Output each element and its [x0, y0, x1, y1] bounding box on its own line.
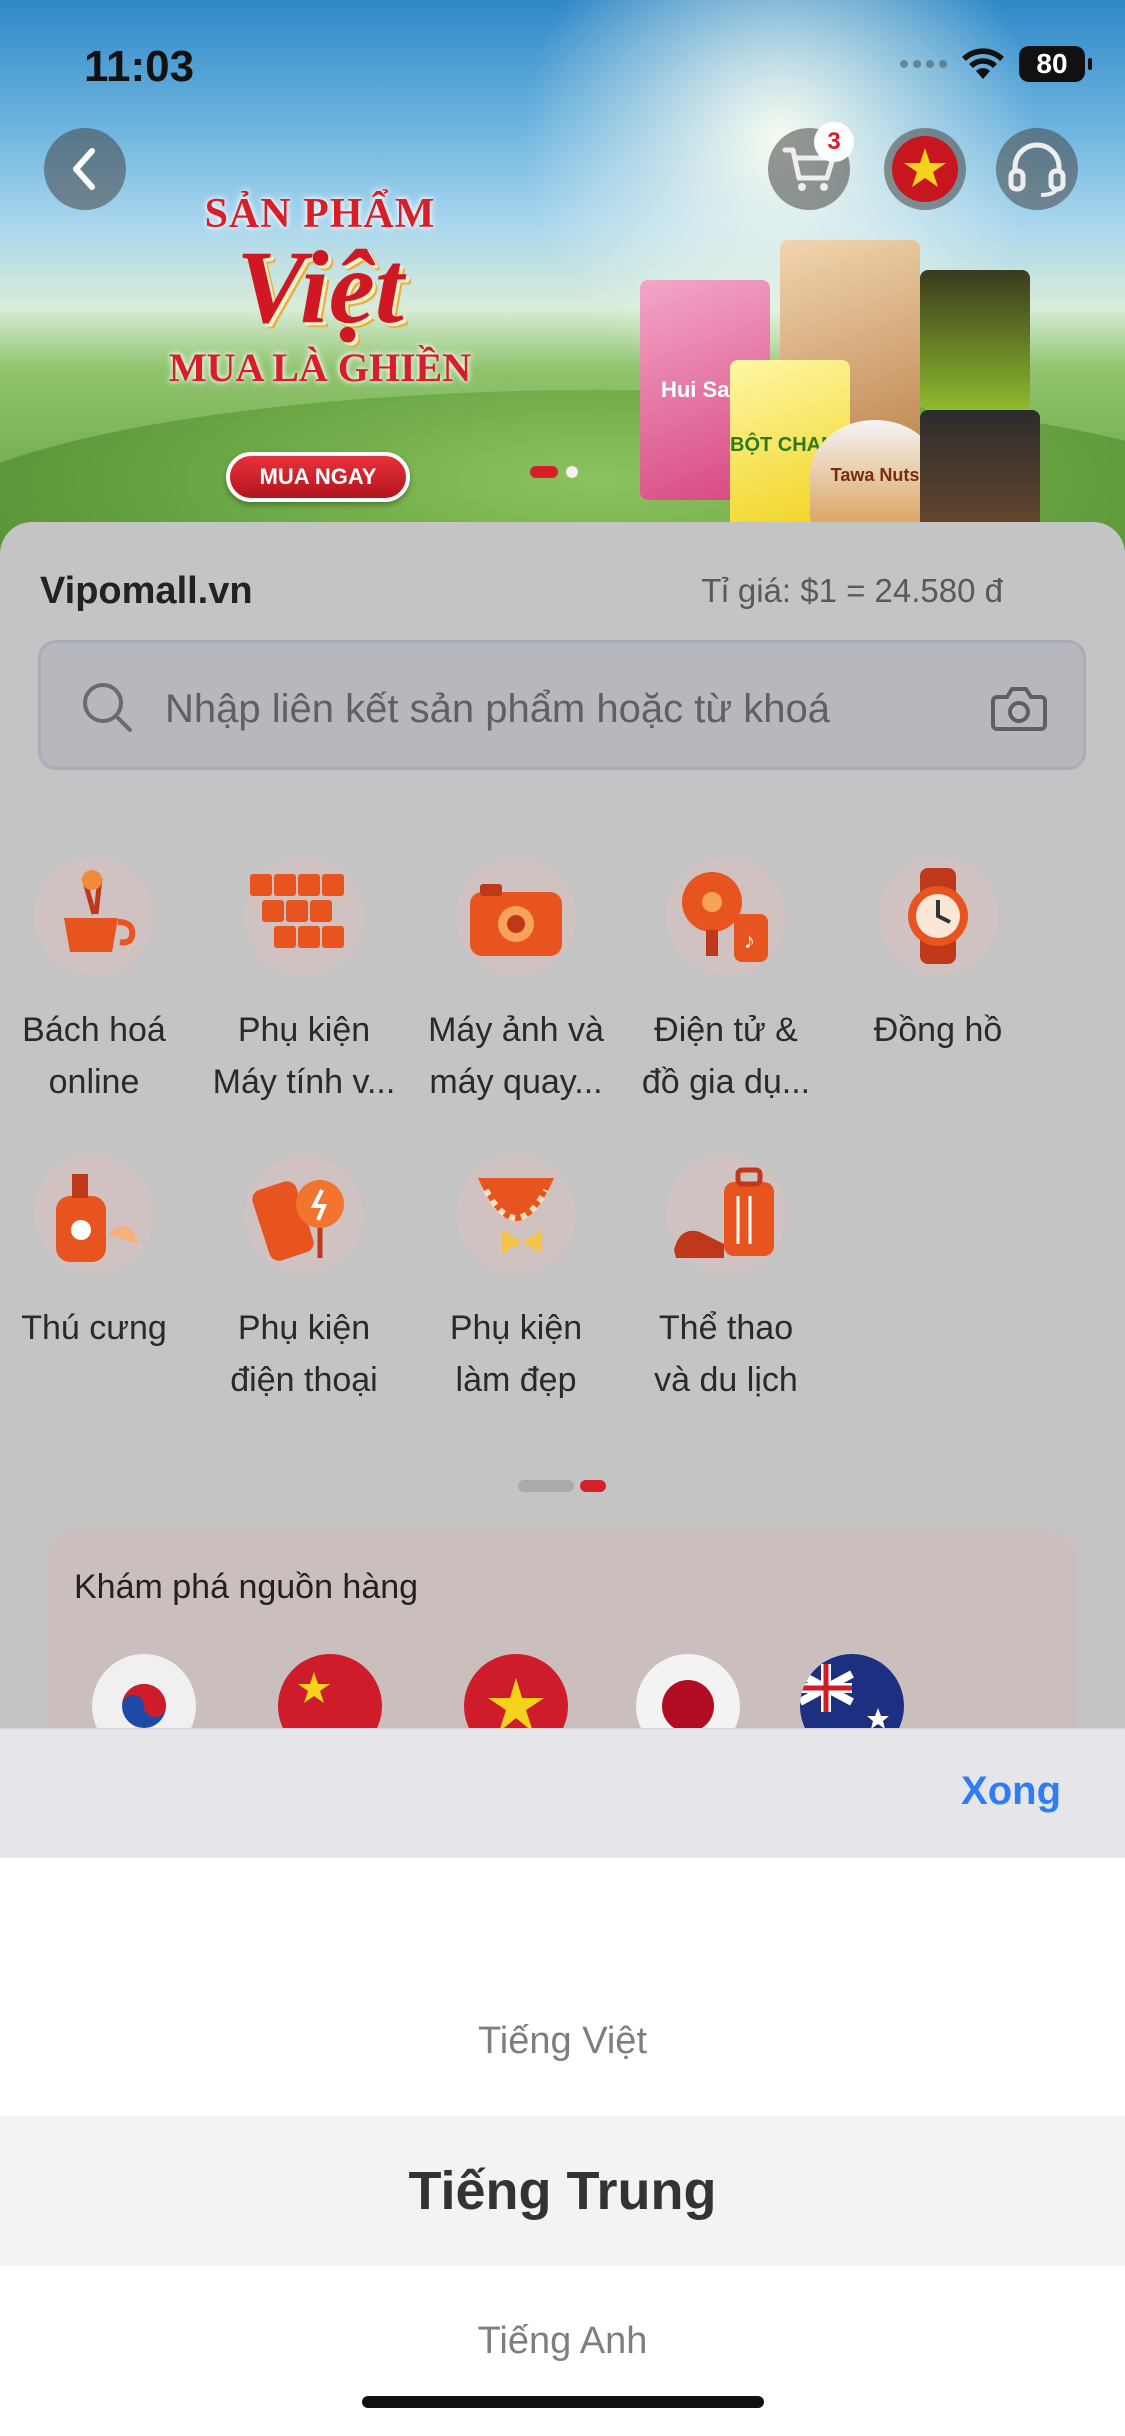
search-input[interactable]: Nhập liên kết sản phẩm hoặc từ khoá — [165, 687, 830, 732]
category-label: Thú cưng — [21, 1309, 167, 1347]
buy-now-button[interactable]: MUA NGAY — [226, 452, 410, 502]
category-page-dot — [518, 1480, 574, 1492]
wifi-icon — [962, 48, 1004, 79]
battery-level: 80 — [1036, 48, 1068, 79]
cellular-signal-icon — [900, 60, 947, 68]
banner-dot — [566, 466, 578, 478]
status-time: 11:03 — [84, 42, 195, 91]
headset-icon — [1008, 142, 1066, 197]
product-label-3: Tawa Nuts — [830, 464, 920, 485]
banner-line-2: Việt — [236, 230, 404, 345]
back-button[interactable] — [44, 128, 126, 210]
product-coffee-jar — [920, 410, 1040, 540]
cart-button[interactable]: 3 — [768, 122, 854, 210]
vietnam-flag-icon — [892, 136, 958, 202]
banner-dot-active — [530, 466, 558, 478]
battery-icon: 80 — [1019, 46, 1092, 82]
category-label: Đồng hồ — [873, 1011, 1003, 1049]
category-dong-ho[interactable]: Đồng hồ — [832, 856, 1044, 1056]
category-page-dot-active — [580, 1480, 606, 1492]
camera-icon — [456, 856, 576, 976]
mixer-icon — [34, 856, 154, 976]
svg-text:♪: ♪ — [744, 928, 755, 953]
watch-icon — [878, 856, 998, 976]
explore-title: Khám phá nguồn hàng — [74, 1568, 419, 1606]
category-label: Thể thao và du lịch — [654, 1309, 798, 1399]
fan-speaker-icon: ♪ — [666, 856, 786, 976]
category-label: Phụ kiện Máy tính v... — [212, 1011, 396, 1101]
search-bar[interactable]: Nhập liên kết sản phẩm hoặc từ khoá — [38, 640, 1086, 770]
exchange-rate: Tỉ giá: $1 = 24.580 đ — [701, 572, 1003, 609]
banner-line-3: MUA LÀ GHIỀN — [168, 345, 472, 390]
keyboard-icon — [244, 856, 364, 976]
banner-pagination — [530, 466, 578, 478]
category-label: Máy ảnh và máy quay... — [428, 1011, 604, 1101]
category-thu-cung[interactable]: Thú cưng — [0, 1154, 200, 1354]
status-indicators: 80 — [900, 46, 1092, 82]
done-button[interactable]: Xong — [961, 1769, 1061, 1814]
home-indicator[interactable] — [362, 2396, 764, 2408]
category-the-thao[interactable]: Thể thao và du lịch — [620, 1154, 832, 1406]
luggage-icon — [666, 1154, 786, 1274]
banner-products: Hui Sata BỘT CHANH Tawa Nuts — [630, 220, 1080, 550]
category-phu-kien-lam-dep[interactable]: Phụ kiện làm đẹp — [410, 1154, 622, 1406]
category-phu-kien-may-tinh[interactable]: Phụ kiện Máy tính v... — [198, 856, 410, 1108]
search-icon — [83, 683, 132, 732]
picker-toolbar: Xong — [0, 1728, 1125, 1858]
product-jar-green — [920, 270, 1030, 410]
phone-charger-icon — [244, 1154, 364, 1274]
language-flag-button[interactable] — [884, 128, 966, 210]
chevron-left-icon — [73, 148, 95, 190]
category-pagination — [518, 1480, 606, 1492]
pet-care-icon — [34, 1154, 154, 1274]
cart-count-badge: 3 — [814, 122, 854, 162]
support-button[interactable] — [996, 128, 1078, 210]
picker-option-english[interactable]: Tiếng Anh — [0, 2320, 1125, 2363]
necklace-icon — [456, 1154, 576, 1274]
store-name: Vipomall.vn — [40, 570, 253, 612]
category-phu-kien-dien-thoai[interactable]: Phụ kiện điện thoại — [198, 1154, 410, 1406]
category-label: Phụ kiện điện thoại — [230, 1309, 378, 1399]
category-label: Điện tử & đồ gia dụ... — [641, 1011, 811, 1101]
camera-search-icon[interactable] — [991, 683, 1047, 733]
picker-option-selected[interactable]: Tiếng Trung — [0, 2116, 1125, 2266]
category-may-anh[interactable]: Máy ảnh và máy quay... — [410, 856, 622, 1108]
picker-option-vietnamese[interactable]: Tiếng Việt — [0, 2020, 1125, 2063]
category-label: Bách hoá online — [22, 1011, 166, 1101]
category-bach-hoa[interactable]: Bách hoá online — [0, 856, 200, 1108]
picker-selected-label: Tiếng Trung — [408, 2161, 717, 2221]
category-label: Phụ kiện làm đẹp — [449, 1309, 583, 1399]
category-dien-tu[interactable]: ♪ Điện tử & đồ gia dụ... — [620, 856, 832, 1108]
language-picker[interactable]: Tiếng Việt Tiếng Trung Tiếng Anh — [0, 1858, 1125, 2436]
banner-headline: SẢN PHẨM Việt MUA LÀ GHIỀN — [150, 190, 490, 391]
